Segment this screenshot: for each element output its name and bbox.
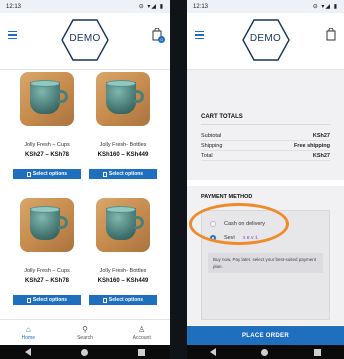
place-order-button[interactable]: PLACE ORDER bbox=[187, 326, 344, 345]
status-bar: 12:13 ⊝ ▾◢ ▮ bbox=[187, 0, 344, 13]
search-icon: ⚲ bbox=[82, 324, 88, 334]
product-image[interactable] bbox=[96, 198, 150, 252]
product-name[interactable]: Jolly Fresh- Bottles bbox=[88, 142, 158, 148]
nav-search[interactable]: ⚲ Search bbox=[57, 320, 114, 345]
select-options-label: Select options bbox=[32, 297, 68, 303]
product-name[interactable]: Jolly Fresh- Bottles bbox=[88, 268, 158, 274]
recents-icon[interactable] bbox=[138, 348, 145, 356]
nav-account-label: Account bbox=[132, 334, 151, 341]
bag-icon bbox=[26, 297, 31, 303]
product-card[interactable]: Jolly Fresh – Cups KSh27 – KSh78 Select … bbox=[12, 198, 82, 318]
nav-search-label: Search bbox=[77, 334, 93, 341]
cart-icon[interactable]: 0 bbox=[152, 27, 165, 43]
payment-method-title: PAYMENT METHOD bbox=[201, 194, 253, 200]
product-price: KSh160 – KSh449 bbox=[97, 152, 149, 158]
system-navigation-bar bbox=[187, 345, 344, 359]
product-image[interactable] bbox=[20, 72, 74, 126]
back-icon[interactable] bbox=[209, 348, 216, 356]
hamburger-menu-icon[interactable] bbox=[195, 31, 204, 39]
app-header: DEMO 0 bbox=[0, 13, 170, 70]
select-options-button[interactable]: Select options bbox=[89, 295, 157, 305]
status-bar: 12:13 ⊝ ▾◢ ▮ bbox=[0, 0, 170, 13]
highlight-circle bbox=[189, 203, 289, 245]
cart-icon[interactable] bbox=[326, 27, 336, 41]
home-button-icon[interactable] bbox=[261, 348, 269, 356]
select-options-label: Select options bbox=[32, 171, 68, 177]
total-row: Total KSh27 bbox=[201, 151, 330, 161]
cart-totals-title: CART TOTALS bbox=[201, 114, 330, 125]
logo-text: DEMO bbox=[249, 33, 282, 44]
home-button-icon[interactable] bbox=[81, 348, 88, 356]
subtotal-row: Subtotal KSh27 bbox=[201, 131, 330, 141]
product-price: KSh160 – KSh449 bbox=[97, 278, 149, 284]
product-price: KSh27 – KSh78 bbox=[24, 278, 70, 284]
select-options-label: Select options bbox=[108, 171, 144, 177]
select-options-label: Select options bbox=[108, 297, 144, 303]
bag-icon bbox=[26, 171, 31, 177]
total-label: Total bbox=[201, 152, 213, 159]
checkout-screen: 12:13 ⊝ ▾◢ ▮ DEMO CART TOTALS Subtotal K… bbox=[187, 0, 344, 359]
demo-logo[interactable]: DEMO bbox=[241, 19, 290, 61]
subtotal-label: Subtotal bbox=[201, 132, 222, 139]
nav-home-label: Home bbox=[21, 334, 35, 341]
bag-icon bbox=[102, 297, 107, 303]
product-card[interactable]: Jolly Fresh – Cups KSh27 – KSh78 Select … bbox=[12, 72, 82, 192]
product-name[interactable]: Jolly Fresh – Cups bbox=[12, 142, 82, 148]
checkout-content: CART TOTALS Subtotal KSh27 Shipping Free… bbox=[187, 70, 344, 325]
status-icons: ⊝ ▾◢ ▮ bbox=[138, 4, 164, 10]
back-icon[interactable] bbox=[25, 348, 31, 356]
product-image[interactable] bbox=[96, 72, 150, 126]
shop-screen: 12:13 ⊝ ▾◢ ▮ DEMO 0 Jolly Fresh – Cups K… bbox=[0, 0, 170, 359]
product-image[interactable] bbox=[20, 198, 74, 252]
account-icon: ♙ bbox=[138, 324, 146, 334]
status-time: 12:13 bbox=[193, 3, 209, 10]
cart-count-badge: 0 bbox=[158, 36, 165, 43]
select-options-button[interactable]: Select options bbox=[89, 169, 157, 179]
product-card[interactable]: Jolly Fresh- Bottles KSh160 – KSh449 Sel… bbox=[88, 198, 158, 318]
product-name[interactable]: Jolly Fresh – Cups bbox=[12, 268, 82, 274]
shipping-value: Free shipping bbox=[293, 142, 330, 149]
subtotal-value: KSh27 bbox=[312, 132, 330, 139]
nav-account[interactable]: ♙ Account bbox=[113, 320, 170, 345]
total-value: KSh27 bbox=[312, 152, 330, 159]
status-icons: ⊝ ▾◢ ▮ bbox=[312, 4, 338, 10]
status-time: 12:13 bbox=[6, 3, 22, 10]
logo-text: DEMO bbox=[69, 33, 101, 44]
home-icon: ⌂ bbox=[25, 324, 31, 334]
cart-totals: CART TOTALS Subtotal KSh27 Shipping Free… bbox=[193, 110, 338, 175]
product-card[interactable]: Jolly Fresh- Bottles KSh160 – KSh449 Sel… bbox=[88, 72, 158, 192]
nav-home[interactable]: ⌂ Home bbox=[0, 320, 57, 345]
section-divider bbox=[187, 180, 344, 186]
sevi-description: Buy now, Pay later. select your best-sui… bbox=[208, 253, 323, 273]
demo-logo[interactable]: DEMO bbox=[61, 19, 109, 61]
shipping-row: Shipping Free shipping bbox=[201, 141, 330, 151]
hamburger-menu-icon[interactable] bbox=[8, 31, 17, 39]
shipping-label: Shipping bbox=[201, 142, 223, 149]
product-price: KSh27 – KSh78 bbox=[24, 152, 70, 158]
recents-icon[interactable] bbox=[314, 348, 322, 356]
bottom-navigation: ⌂ Home ⚲ Search ♙ Account bbox=[0, 319, 170, 345]
bag-icon bbox=[102, 171, 107, 177]
select-options-button[interactable]: Select options bbox=[13, 169, 81, 179]
app-header: DEMO bbox=[187, 13, 344, 70]
system-navigation-bar bbox=[0, 345, 170, 359]
select-options-button[interactable]: Select options bbox=[13, 295, 81, 305]
